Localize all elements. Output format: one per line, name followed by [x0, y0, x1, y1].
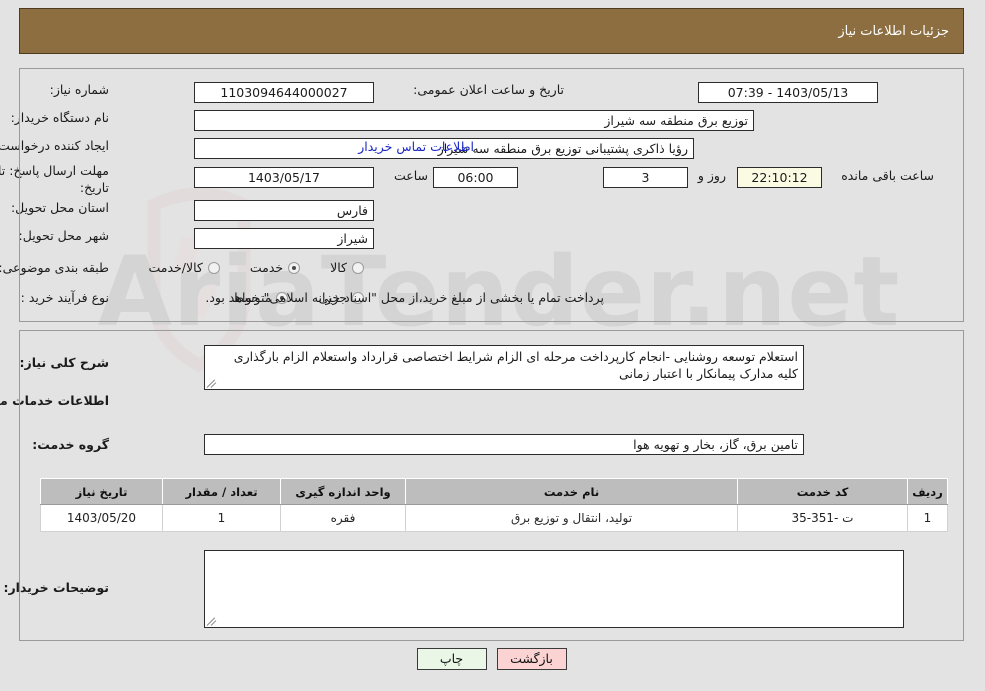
cell-unit: فقره	[281, 504, 407, 532]
bottom-button-bar: بازگشت چاپ	[0, 648, 985, 670]
need-info-panel	[20, 68, 965, 322]
table-header-row: ردیف کد خدمت نام خدمت واحد اندازه گیری ت…	[41, 478, 949, 505]
cell-quantity: 1	[163, 504, 282, 532]
th-unit: واحد اندازه گیری	[281, 478, 407, 505]
table-row: 1 ت -351-35 تولید، انتقال و توزیع برق فق…	[41, 504, 949, 532]
cell-service-name: تولید، انتقال و توزیع برق	[406, 504, 739, 532]
cell-row-no: 1	[908, 504, 949, 532]
back-button[interactable]: بازگشت	[497, 648, 568, 670]
th-row-no: ردیف	[908, 478, 949, 505]
th-need-date: تاریخ نیاز	[41, 478, 164, 505]
page-header-bar: جزئیات اطلاعات نیاز	[20, 8, 965, 54]
cell-service-code: ت -351-35	[738, 504, 909, 532]
cell-need-date: 1403/05/20	[41, 504, 164, 532]
th-service-name: نام خدمت	[406, 478, 739, 505]
th-service-code: کد خدمت	[738, 478, 909, 505]
print-button[interactable]: چاپ	[417, 648, 488, 670]
page-root: AriaTender.net جزئیات اطلاعات نیاز شماره…	[0, 0, 985, 691]
services-table-wrap: ردیف کد خدمت نام خدمت واحد اندازه گیری ت…	[41, 478, 949, 532]
page-title: جزئیات اطلاعات نیاز	[839, 23, 950, 39]
th-quantity: تعداد / مقدار	[163, 478, 282, 505]
services-table: ردیف کد خدمت نام خدمت واحد اندازه گیری ت…	[41, 478, 949, 532]
